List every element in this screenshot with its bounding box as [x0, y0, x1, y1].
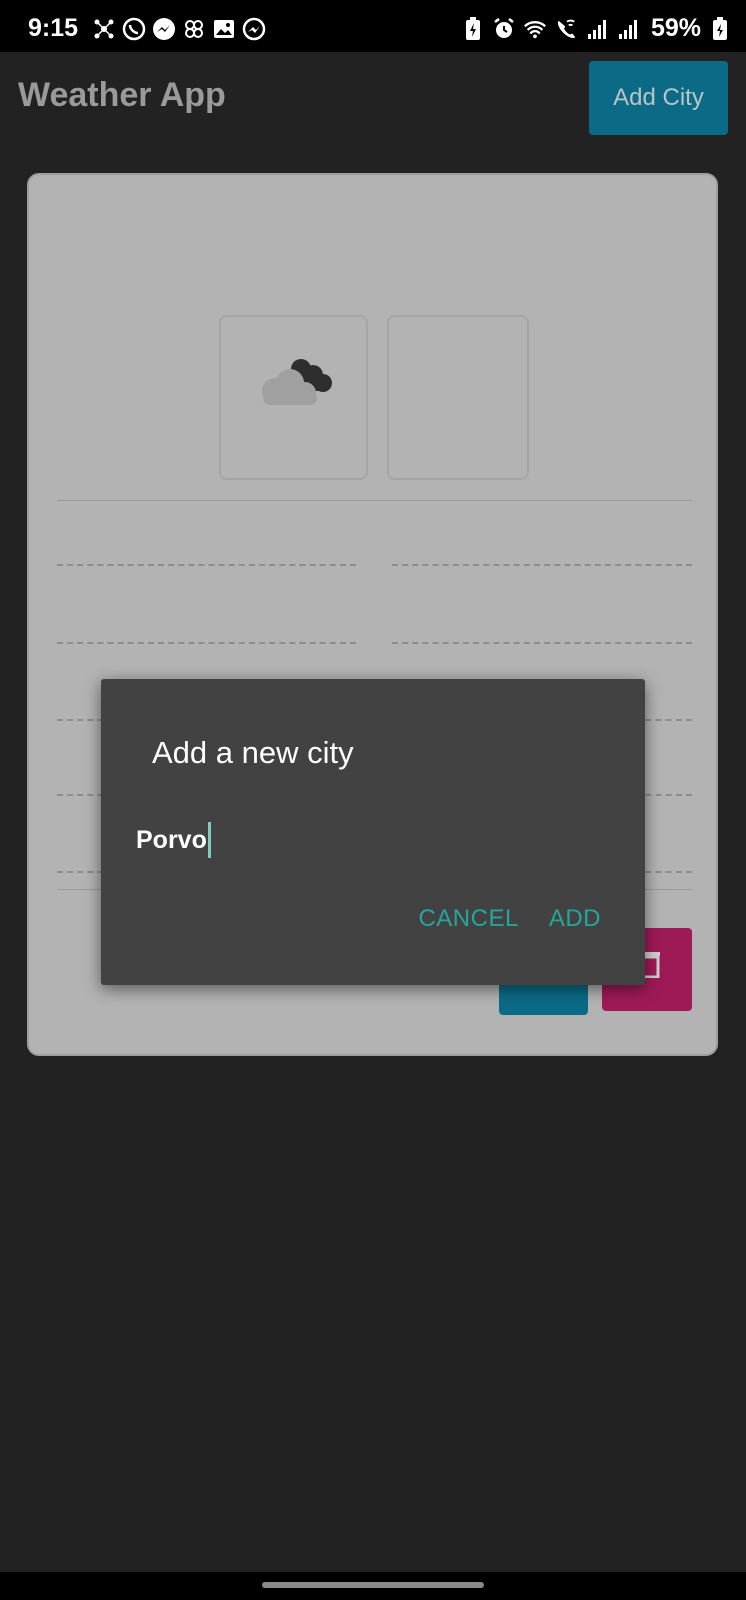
navigation-bar	[0, 1572, 746, 1600]
notification-icons	[92, 17, 266, 41]
home-gesture-handle[interactable]	[262, 1582, 484, 1588]
whatsapp-icon	[122, 17, 146, 41]
city-name-value: Porvo	[136, 825, 207, 854]
wifi-icon	[523, 17, 547, 41]
page-title: Weather App	[18, 76, 226, 114]
placeholder-line	[57, 564, 356, 566]
dialog-title: Add a new city	[152, 735, 354, 770]
pinwheel-icon	[182, 17, 206, 41]
dialog-actions: CANCEL ADD	[418, 905, 601, 933]
add-city-dialog: Add a new city Porvo CANCEL ADD	[101, 679, 645, 985]
network-icon	[92, 17, 116, 41]
gallery-icon	[212, 17, 236, 41]
app-bar: Weather App Add City	[0, 52, 746, 148]
cancel-button[interactable]: CANCEL	[418, 905, 518, 933]
placeholder-line	[57, 642, 356, 644]
messenger-icon	[242, 17, 266, 41]
wifi-call-icon	[554, 17, 578, 41]
text-caret	[207, 822, 211, 858]
weather-detail-box	[387, 315, 529, 480]
battery-icon	[708, 16, 732, 41]
placeholder-line	[392, 642, 692, 644]
messenger-icon	[152, 17, 176, 41]
card-divider	[57, 500, 692, 501]
signal-icon	[585, 17, 609, 41]
alarm-icon	[492, 17, 516, 41]
cloud-icon	[255, 355, 335, 412]
battery-saver-icon	[461, 16, 485, 41]
add-button[interactable]: ADD	[549, 905, 601, 933]
system-icons: 59%	[461, 14, 746, 43]
status-time: 9:15	[28, 14, 79, 42]
add-city-button[interactable]: Add City	[589, 61, 728, 135]
placeholder-line	[392, 564, 692, 566]
signal-icon	[616, 17, 640, 41]
weather-icon-box	[219, 315, 368, 480]
city-name-input[interactable]: Porvo	[136, 822, 211, 858]
battery-percent: 59%	[650, 14, 701, 42]
status-bar: 9:15 59%	[0, 0, 746, 52]
